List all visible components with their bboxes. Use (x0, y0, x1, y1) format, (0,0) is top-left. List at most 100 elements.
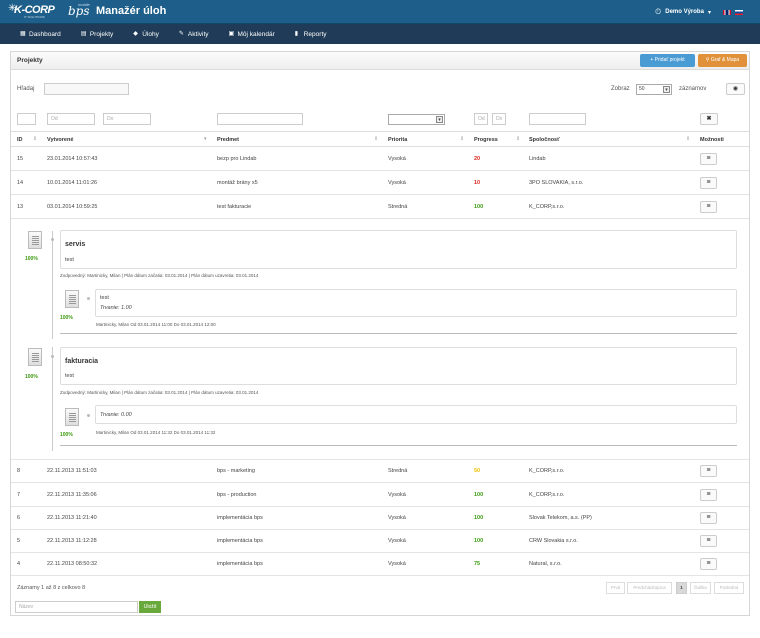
cell-id: 13 (17, 204, 24, 210)
cell-created: 22.11.2013 11:21:40 (47, 515, 97, 521)
cell-created: 03.01.2014 10:59:25 (47, 204, 98, 210)
name-input-placeholder: Název (19, 604, 34, 610)
cell-company: 3PO SLOVAKIA, s.r.o. (529, 180, 584, 186)
menu-icon: ≡ (706, 491, 711, 498)
table-row[interactable]: 14 10.01.2014 11:01:26 montáž brány x5 V… (11, 172, 749, 195)
filter-subject-input[interactable] (217, 113, 303, 125)
filter-priority-select[interactable]: ▾ (388, 114, 445, 125)
nav-kalendar[interactable]: ▣ Môj kalendár (221, 24, 287, 44)
cell-subject: bps - production (217, 492, 257, 498)
filter-company-input[interactable] (529, 113, 586, 125)
search-input[interactable] (44, 83, 129, 95)
filter-progress-from[interactable]: Od (474, 113, 488, 125)
pager-prev[interactable]: Predchádzajúca (627, 582, 672, 594)
table-row[interactable]: 5 22.11.2013 11:12:28 implementácia bps … (11, 530, 749, 553)
cell-subject: implementácia bps (217, 515, 263, 521)
column-header-created[interactable]: Vytvorené (47, 137, 73, 143)
filter-progress-to[interactable]: Do (492, 113, 506, 125)
column-header-options: Možnosti (700, 137, 724, 143)
filter-created-to-placeholder: Do (107, 116, 114, 122)
close-icon: ✖ (706, 116, 712, 122)
graph-map-label: Graf & Mapa (710, 57, 740, 63)
nav-ulohy[interactable]: ◆ Úlohy (125, 24, 171, 44)
clear-filters-button[interactable]: ✖ (700, 113, 718, 125)
table-row[interactable]: 6 22.11.2013 11:21:40 implementácia bps … (11, 507, 749, 530)
filter-id-input[interactable] (17, 113, 36, 125)
column-header-priority[interactable]: Priorita (388, 137, 407, 143)
menu-icon: ≡ (706, 203, 711, 210)
task-meta: Zodpovedný: Martinicky, Milan | Plán dát… (60, 273, 259, 278)
pager-page-1[interactable]: 1 (676, 582, 687, 594)
nav-projekty[interactable]: ▤ Projekty (73, 24, 125, 44)
nav-dashboard[interactable]: ▦ Dashboard (12, 24, 73, 44)
cell-company: Slovak Telekom, a.s. (PP) (529, 515, 592, 521)
cell-priority: Stredná (388, 468, 408, 474)
row-options-button[interactable]: ≡ (700, 558, 717, 570)
table-row[interactable]: 13 03.01.2014 10:59:25 test fakturacie S… (11, 196, 749, 219)
calendar-icon: ▣ (228, 31, 235, 37)
logo[interactable]: ✳ K-CORP IT SOLUTIONS mobile bps (8, 2, 90, 21)
row-options-button[interactable]: ≡ (700, 153, 717, 165)
flag-sk-icon[interactable] (734, 9, 743, 15)
graph-map-button[interactable]: ⚲ Graf & Mapa (698, 54, 747, 67)
row-options-button[interactable]: ≡ (700, 512, 717, 524)
document-icon (28, 348, 42, 366)
pencil-icon: ✎ (178, 31, 184, 37)
menu-icon: ≡ (706, 537, 711, 544)
cell-company: K_CORP,s.r.o. (529, 468, 565, 474)
filter-created-to[interactable]: Do (103, 113, 151, 125)
task-meta: Zodpovedný: Martinicky, Milan | Plán dát… (60, 390, 259, 395)
sort-icon: ⇕ (374, 136, 379, 142)
cell-priority: Stredná (388, 204, 408, 210)
app-title: Manažér úloh (96, 5, 167, 17)
row-options-button[interactable]: ≡ (700, 489, 717, 501)
save-button[interactable]: Uložit (139, 601, 161, 613)
column-header-id[interactable]: ID (17, 137, 23, 143)
main-nav: ▦ Dashboard ▤ Projekty ◆ Úlohy ✎ Aktivit… (0, 24, 760, 44)
timeline-line (52, 231, 53, 339)
table-row[interactable]: 4 22.11.2013 08:50:32 implementácia bps … (11, 553, 749, 576)
column-header-company[interactable]: Spoločnosť (529, 137, 560, 143)
nav-label: Reporty (303, 30, 327, 38)
pager-next[interactable]: Ďalšia (690, 582, 711, 594)
name-input[interactable]: Název (15, 601, 138, 613)
project-detail: 100% servis test Zodpovedný: Martinicky,… (11, 219, 749, 460)
activity-card[interactable]: test Trvanie: 1.00 (95, 289, 737, 317)
filter-created-from[interactable]: Od (47, 113, 95, 125)
task-card[interactable]: fakturacia test (60, 347, 737, 385)
column-header-progress[interactable]: Progress (474, 137, 498, 143)
task-card[interactable]: servis test (60, 230, 737, 269)
user-clock-icon: ⏲ (655, 7, 662, 16)
column-visibility-button[interactable]: ◉ (726, 83, 745, 95)
user-name: Demo Výroba (665, 9, 704, 15)
cell-company: K_CORP,s.r.o. (529, 492, 565, 498)
table-row[interactable]: 15 23.01.2014 10:57:43 bezp pro Lindab V… (11, 148, 749, 171)
table-header: ID ⇕ Vytvorené ▾ Predmet ⇕ Priorita ⇕ Pr… (11, 131, 749, 147)
row-options-button[interactable]: ≡ (700, 177, 717, 189)
row-options-button[interactable]: ≡ (700, 535, 717, 547)
nav-reporty[interactable]: ▮ Reporty (287, 24, 339, 44)
pager-last[interactable]: Posledná (714, 582, 744, 594)
menu-icon: ≡ (706, 155, 711, 162)
pager-first[interactable]: Prvá (606, 582, 625, 594)
cell-company: CRW Slovakia s.r.o. (529, 538, 578, 544)
bar-chart-icon: ▮ (294, 31, 299, 37)
row-options-button[interactable]: ≡ (700, 201, 717, 213)
flag-uk-icon[interactable] (722, 9, 731, 15)
column-header-subject[interactable]: Predmet (217, 137, 239, 143)
cell-created: 10.01.2014 11:01:26 (47, 180, 98, 186)
chevron-down-icon: ▾ (663, 86, 670, 93)
activity-card[interactable]: Trvanie: 0.00 (95, 405, 737, 424)
filter-progress-to-placeholder: Do (496, 116, 503, 122)
nav-aktivity[interactable]: ✎ Aktivity (171, 24, 221, 44)
cell-company: Natural, s.r.o. (529, 561, 562, 567)
add-project-button[interactable]: + Pridať projekt (640, 54, 695, 67)
dashboard-icon: ▦ (20, 31, 26, 37)
page-size-select[interactable]: 50 ▾ (636, 84, 672, 95)
tag-icon: ◆ (133, 31, 138, 37)
table-row[interactable]: 7 22.11.2013 11:35:06 bps - production V… (11, 484, 749, 507)
user-menu[interactable]: ⏲ Demo Výroba ▾ (655, 7, 743, 17)
row-options-button[interactable]: ≡ (700, 465, 717, 477)
table-row[interactable]: 8 22.11.2013 11:51:03 bps - marketing St… (11, 460, 749, 483)
sort-icon: ⇕ (460, 136, 465, 142)
